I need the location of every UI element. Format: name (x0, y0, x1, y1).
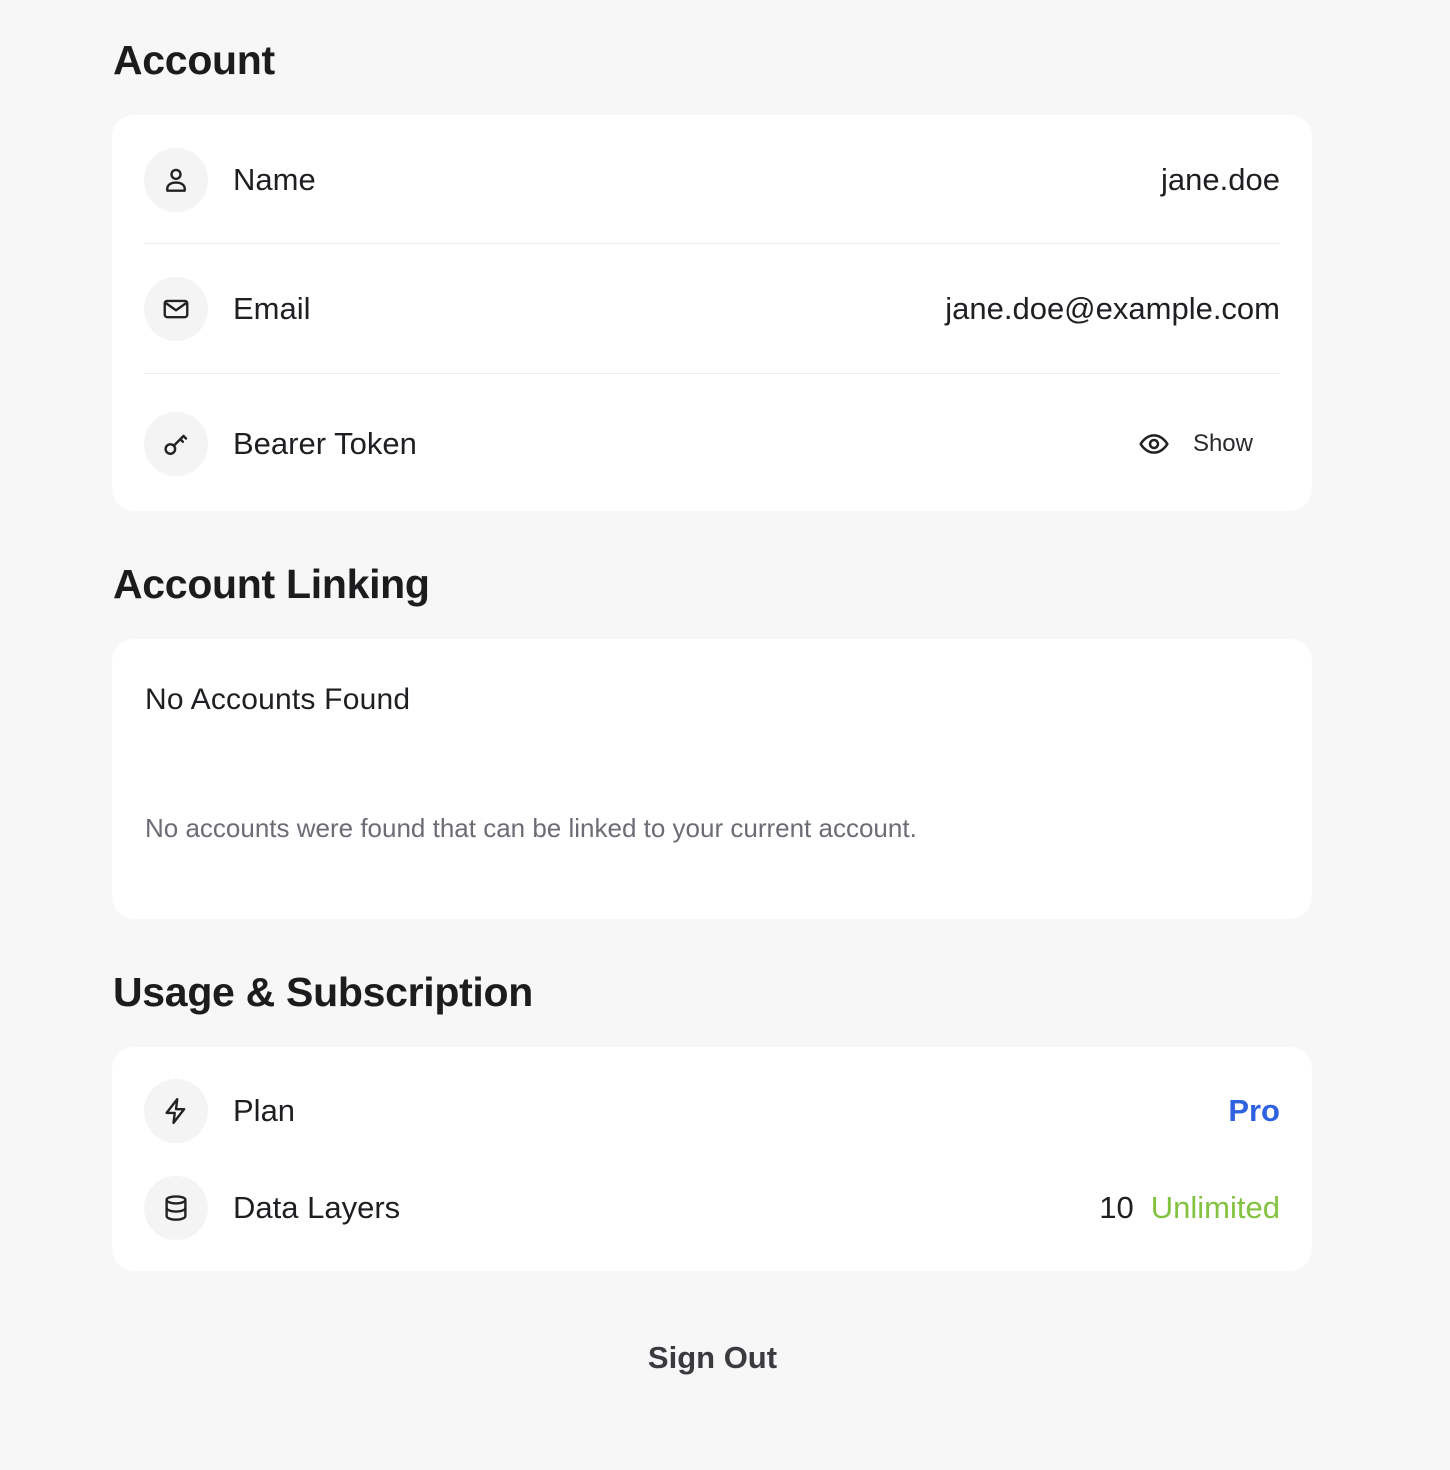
lightning-icon (144, 1079, 208, 1143)
account-section-title: Account (113, 37, 275, 83)
show-token-button[interactable]: Show (1138, 428, 1253, 460)
no-accounts-description: No accounts were found that can be linke… (145, 813, 917, 843)
name-value: jane.doe (1161, 161, 1280, 197)
sign-out-button[interactable]: Sign Out (0, 1340, 1425, 1376)
email-label: Email (233, 291, 311, 326)
data-layers-label: Data Layers (233, 1190, 401, 1225)
usage-card: Plan Pro Data Layers 10 Unlimited (112, 1047, 1312, 1271)
account-card: Name jane.doe Email jane.doe@example.com… (112, 115, 1312, 511)
data-layers-row: Data Layers 10 Unlimited (144, 1175, 1280, 1241)
no-accounts-title: No Accounts Found (145, 683, 411, 716)
account-linking-section-title: Account Linking (113, 561, 430, 607)
account-token-row: Bearer Token Show (144, 374, 1280, 514)
plan-row: Plan Pro (144, 1047, 1280, 1175)
email-value: jane.doe@example.com (945, 291, 1280, 326)
name-label: Name (233, 161, 316, 197)
database-icon (144, 1176, 208, 1240)
plan-value: Pro (1228, 1093, 1280, 1128)
data-layers-count: 10 (1099, 1190, 1134, 1225)
account-name-row: Name jane.doe (144, 115, 1280, 244)
mail-icon (144, 277, 208, 341)
eye-icon (1139, 434, 1169, 454)
data-layers-limit: Unlimited (1150, 1190, 1280, 1225)
usage-section-title: Usage & Subscription (113, 969, 534, 1015)
data-layers-values: 10 Unlimited (1099, 1190, 1280, 1226)
user-icon (144, 147, 208, 212)
key-icon (144, 412, 208, 476)
account-email-row: Email jane.doe@example.com (144, 244, 1280, 374)
show-token-label: Show (1192, 430, 1253, 457)
account-linking-card: No Accounts Found No accounts were found… (112, 639, 1312, 919)
bearer-token-label: Bearer Token (233, 426, 417, 461)
plan-label: Plan (233, 1093, 296, 1128)
